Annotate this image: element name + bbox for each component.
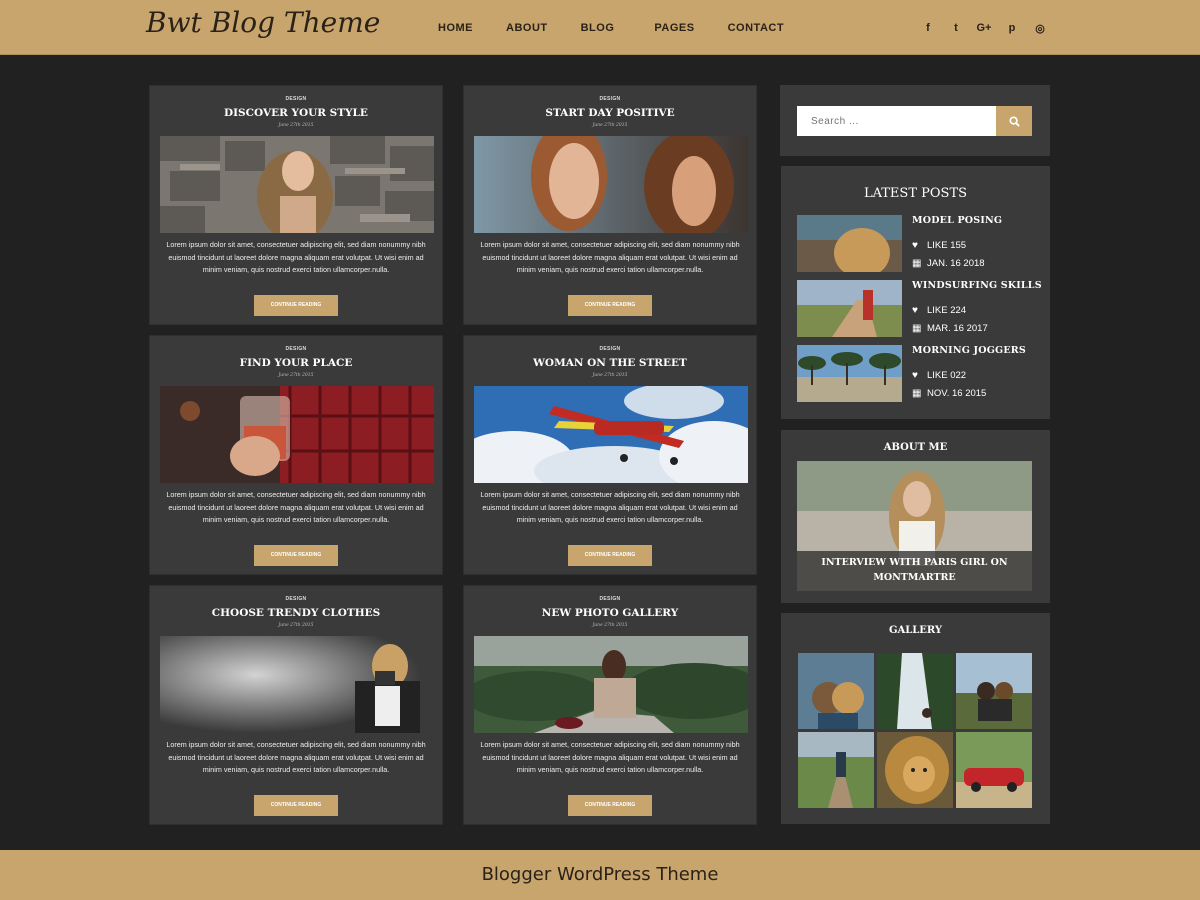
calendar-icon: ▦ xyxy=(912,388,922,399)
widget-title: ABOUT ME xyxy=(883,442,948,453)
post-title[interactable]: DISCOVER YOUR STYLE xyxy=(150,107,442,119)
post-image[interactable] xyxy=(160,386,434,483)
latest-post-likes: ♥ LIKE 022 xyxy=(912,370,967,381)
gallery-thumb[interactable] xyxy=(956,653,1032,729)
post-excerpt: Lorem ipsum dolor sit amet, consectetuer… xyxy=(166,240,426,274)
latest-post-likes: ♥ LIKE 155 xyxy=(912,240,967,251)
continue-reading-button[interactable]: CONTINUE READING xyxy=(254,795,338,816)
post-card: DESIGN DISCOVER YOUR STYLE June 27th 201… xyxy=(149,85,443,325)
latest-post-date: ▦ JAN. 16 2018 xyxy=(912,258,985,269)
heart-icon: ♥ xyxy=(912,305,918,316)
about-me-widget: ABOUT ME INTERVIEW WITH PARIS GIRL ON MO… xyxy=(781,430,1050,603)
post-title[interactable]: CHOOSE TRENDY CLOTHES xyxy=(150,607,442,619)
gallery-thumb[interactable] xyxy=(956,732,1032,808)
latest-post-title[interactable]: MODEL POSING xyxy=(912,215,1002,226)
post-excerpt: Lorem ipsum dolor sit amet, consectetuer… xyxy=(480,240,740,274)
pinterest-icon[interactable]: p xyxy=(1004,20,1020,36)
post-date: June 27th 2015 xyxy=(278,623,314,628)
nav-about[interactable]: ABOUT xyxy=(506,22,548,34)
continue-reading-button[interactable]: CONTINUE READING xyxy=(254,545,338,566)
about-caption[interactable]: INTERVIEW WITH PARIS GIRL ON MONTMARTRE xyxy=(797,555,1032,585)
heart-icon: ♥ xyxy=(912,240,918,251)
latest-post-thumb[interactable] xyxy=(797,345,902,402)
latest-post-thumb[interactable] xyxy=(797,280,902,337)
post-date: June 27th 2015 xyxy=(592,373,628,378)
latest-post-thumb[interactable] xyxy=(797,215,902,272)
gallery-thumb[interactable] xyxy=(877,653,953,729)
latest-post-date: ▦ NOV. 16 2015 xyxy=(912,388,987,399)
post-category[interactable]: DESIGN xyxy=(464,346,756,352)
post-date: June 27th 2015 xyxy=(592,623,628,628)
continue-reading-button[interactable]: CONTINUE READING xyxy=(254,295,338,316)
latest-post-item[interactable]: MODEL POSING ♥ LIKE 155 ▦ JAN. 16 2018 xyxy=(797,215,1037,272)
facebook-icon[interactable]: f xyxy=(920,20,936,36)
post-card: DESIGN START DAY POSITIVE June 27th 2015… xyxy=(463,85,757,325)
site-logo[interactable]: Bwt Blog Theme xyxy=(146,6,380,39)
post-card: DESIGN WOMAN ON THE STREET June 27th 201… xyxy=(463,335,757,575)
post-image[interactable] xyxy=(474,636,748,733)
post-card: DESIGN CHOOSE TRENDY CLOTHES June 27th 2… xyxy=(149,585,443,825)
continue-reading-button[interactable]: CONTINUE READING xyxy=(568,295,652,316)
post-category[interactable]: DESIGN xyxy=(464,96,756,102)
main-nav: HOME ABOUT BLOG PAGES CONTACT xyxy=(424,0,817,55)
twitter-icon[interactable]: t xyxy=(948,20,964,36)
post-excerpt: Lorem ipsum dolor sit amet, consectetuer… xyxy=(166,490,426,524)
post-date: June 27th 2015 xyxy=(278,123,314,128)
search-button[interactable] xyxy=(996,106,1032,136)
calendar-icon: ▦ xyxy=(912,258,922,269)
post-title[interactable]: NEW PHOTO GALLERY xyxy=(464,607,756,619)
nav-blog[interactable]: BLOG xyxy=(581,22,615,34)
post-excerpt: Lorem ipsum dolor sit amet, consectetuer… xyxy=(166,740,426,774)
post-excerpt: Lorem ipsum dolor sit amet, consectetuer… xyxy=(480,490,740,524)
instagram-icon[interactable]: ◎ xyxy=(1032,20,1048,36)
widget-title: LATEST POSTS xyxy=(863,186,968,201)
widget-title: GALLERY xyxy=(888,625,943,636)
footer-text: Blogger WordPress Theme xyxy=(481,864,719,885)
site-header: Bwt Blog Theme HOME ABOUT BLOG PAGES CON… xyxy=(0,0,1200,55)
post-image[interactable] xyxy=(160,636,434,733)
continue-reading-button[interactable]: CONTINUE READING xyxy=(568,795,652,816)
latest-posts-widget: LATEST POSTS MODEL POSING ♥ LIKE 155 ▦ JAN… xyxy=(781,166,1050,419)
heart-icon: ♥ xyxy=(912,370,918,381)
search-widget xyxy=(780,85,1050,156)
search-input[interactable] xyxy=(797,106,996,136)
nav-contact[interactable]: CONTACT xyxy=(728,22,784,34)
latest-post-likes: ♥ LIKE 224 xyxy=(912,305,967,316)
nav-home[interactable]: HOME xyxy=(438,22,473,34)
post-title[interactable]: FIND YOUR PLACE xyxy=(150,357,442,369)
post-image[interactable] xyxy=(474,136,748,233)
post-card: DESIGN NEW PHOTO GALLERY June 27th 2015 … xyxy=(463,585,757,825)
post-title[interactable]: WOMAN ON THE STREET xyxy=(464,357,756,369)
google-plus-icon[interactable]: G+ xyxy=(976,20,992,36)
post-date: June 27th 2015 xyxy=(278,373,314,378)
post-category[interactable]: DESIGN xyxy=(150,346,442,352)
latest-post-item[interactable]: MORNING JOGGERS ♥ LIKE 022 ▦ NOV. 16 2015 xyxy=(797,345,1037,402)
latest-post-title[interactable]: MORNING JOGGERS xyxy=(912,345,1026,356)
latest-post-title[interactable]: WINDSURFING SKILLS xyxy=(912,280,1042,291)
post-date: June 27th 2015 xyxy=(592,123,628,128)
calendar-icon: ▦ xyxy=(912,323,922,334)
gallery-grid xyxy=(798,653,1032,808)
site-footer: Blogger WordPress Theme xyxy=(0,850,1200,900)
post-category[interactable]: DESIGN xyxy=(464,596,756,602)
gallery-thumb[interactable] xyxy=(877,732,953,808)
search-icon xyxy=(1008,115,1020,127)
post-title[interactable]: START DAY POSITIVE xyxy=(464,107,756,119)
continue-reading-button[interactable]: CONTINUE READING xyxy=(568,545,652,566)
latest-post-date: ▦ MAR. 16 2017 xyxy=(912,323,988,334)
post-image[interactable] xyxy=(474,386,748,483)
post-category[interactable]: DESIGN xyxy=(150,596,442,602)
nav-pages[interactable]: PAGES xyxy=(654,22,694,34)
post-card: DESIGN FIND YOUR PLACE June 27th 2015 Lo… xyxy=(149,335,443,575)
gallery-thumb[interactable] xyxy=(798,653,874,729)
gallery-widget: GALLERY xyxy=(781,613,1050,824)
latest-post-item[interactable]: WINDSURFING SKILLS ♥ LIKE 224 ▦ MAR. 16 20… xyxy=(797,280,1042,337)
gallery-thumb[interactable] xyxy=(798,732,874,808)
social-links: f t G+ p ◎ xyxy=(920,20,1060,36)
post-excerpt: Lorem ipsum dolor sit amet, consectetuer… xyxy=(480,740,740,774)
post-image[interactable] xyxy=(160,136,434,233)
post-category[interactable]: DESIGN xyxy=(150,96,442,102)
